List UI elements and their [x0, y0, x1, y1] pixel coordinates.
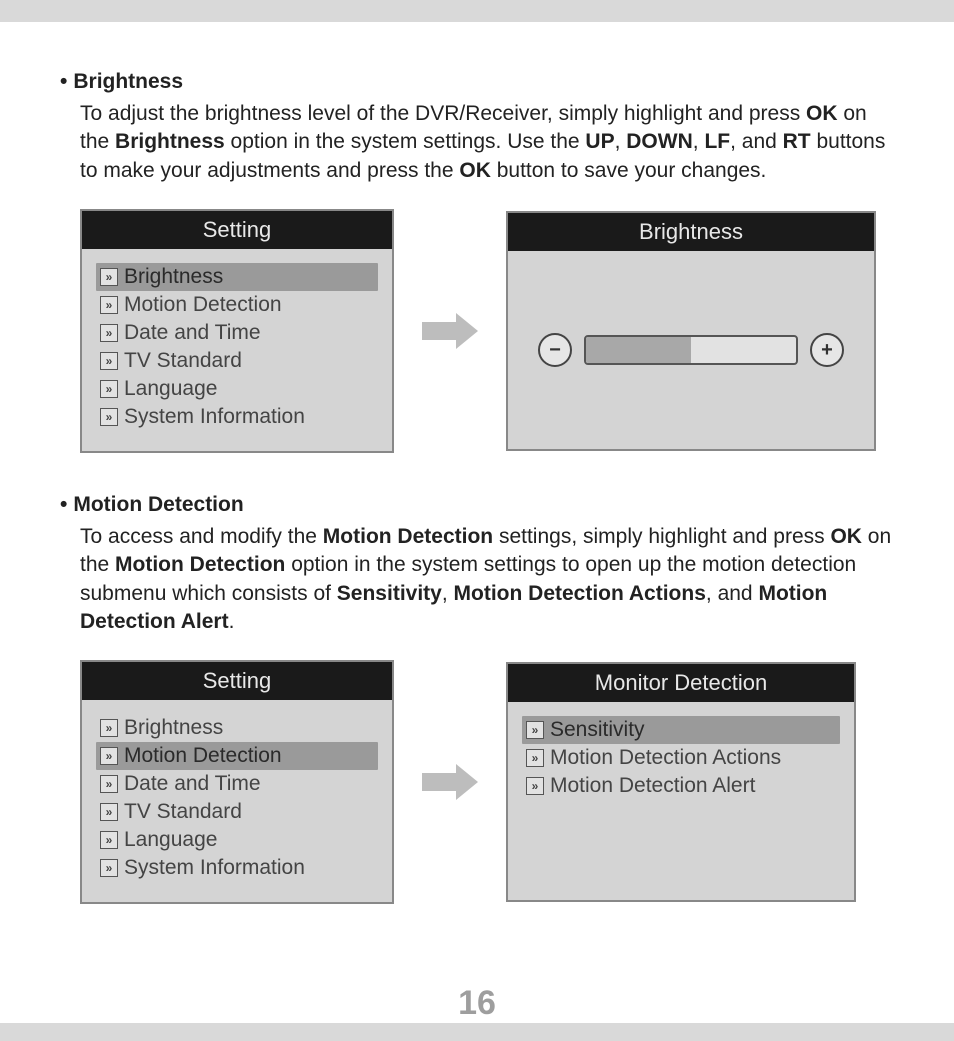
menu-icon: » — [100, 803, 118, 821]
menu-label: System Information — [124, 405, 305, 429]
menu-label: Language — [124, 377, 217, 401]
manual-page: • Brightness To adjust the brightness lev… — [0, 0, 954, 1041]
menu-item-date-time[interactable]: » Date and Time — [96, 319, 378, 347]
brightness-slider-fill — [586, 337, 691, 363]
monitor-detection-body: » Sensitivity » Motion Detection Actions »… — [508, 702, 854, 820]
menu-item-sensitivity[interactable]: » Sensitivity — [522, 716, 840, 744]
menu-item-language[interactable]: » Language — [96, 375, 378, 403]
menu-item-md-alert[interactable]: » Motion Detection Alert — [522, 772, 840, 800]
section-brightness-body: To adjust the brightness level of the DV… — [80, 100, 894, 185]
menu-item-brightness[interactable]: » Brightness — [96, 263, 378, 291]
brightness-panel: Brightness − + — [506, 211, 876, 451]
setting-panel-1-header: Setting — [82, 211, 392, 249]
menu-icon: » — [100, 747, 118, 765]
menu-item-tv-standard[interactable]: » TV Standard — [96, 798, 378, 826]
title-text: Brightness — [73, 70, 183, 93]
menu-label: TV Standard — [124, 349, 242, 373]
menu-icon: » — [100, 831, 118, 849]
minus-button[interactable]: − — [538, 333, 572, 367]
menu-label: Date and Time — [124, 772, 261, 796]
section-motion-body: To access and modify the Motion Detectio… — [80, 523, 894, 636]
setting-panel-2-body: » Brightness » Motion Detection » Date and … — [82, 700, 392, 902]
menu-icon: » — [100, 296, 118, 314]
menu-label: TV Standard — [124, 800, 242, 824]
menu-label: Brightness — [124, 265, 223, 289]
setting-menu-1: » Brightness » Motion Detection » Date and … — [96, 263, 378, 431]
menu-icon: » — [100, 719, 118, 737]
bottom-band — [0, 1023, 954, 1041]
menu-item-motion-detection[interactable]: » Motion Detection — [96, 291, 378, 319]
menu-label: Sensitivity — [550, 718, 645, 742]
menu-item-brightness[interactable]: » Brightness — [96, 714, 378, 742]
menu-label: Motion Detection — [124, 744, 282, 768]
menu-item-language[interactable]: » Language — [96, 826, 378, 854]
brightness-panel-body: − + — [508, 251, 874, 449]
brightness-panel-header: Brightness — [508, 213, 874, 251]
arrow-right-icon — [422, 764, 478, 800]
menu-icon: » — [100, 408, 118, 426]
arrow-right-icon — [422, 313, 478, 349]
menu-label: Brightness — [124, 716, 223, 740]
setting-panel-2-header: Setting — [82, 662, 392, 700]
plus-button[interactable]: + — [810, 333, 844, 367]
title-text: Motion Detection — [73, 493, 243, 516]
content: • Brightness To adjust the brightness lev… — [0, 22, 954, 904]
menu-label: Motion Detection Actions — [550, 746, 781, 770]
menu-icon: » — [526, 721, 544, 739]
monitor-detection-panel: Monitor Detection » Sensitivity » Motion D… — [506, 662, 856, 902]
menu-item-tv-standard[interactable]: » TV Standard — [96, 347, 378, 375]
setting-panel-1-body: » Brightness » Motion Detection » Date and … — [82, 249, 392, 451]
top-band — [0, 0, 954, 22]
setting-panel-1: Setting » Brightness » Motion Detection » D… — [80, 209, 394, 453]
menu-label: Date and Time — [124, 321, 261, 345]
menu-icon: » — [100, 859, 118, 877]
menu-icon: » — [526, 777, 544, 795]
menu-item-motion-detection[interactable]: » Motion Detection — [96, 742, 378, 770]
menu-label: Language — [124, 828, 217, 852]
menu-icon: » — [100, 380, 118, 398]
menu-icon: » — [100, 324, 118, 342]
setting-panel-2: Setting » Brightness » Motion Detection » D… — [80, 660, 394, 904]
menu-item-md-actions[interactable]: » Motion Detection Actions — [522, 744, 840, 772]
page-number: 16 — [0, 984, 954, 1023]
menu-icon: » — [100, 352, 118, 370]
monitor-detection-header: Monitor Detection — [508, 664, 854, 702]
menu-item-system-info[interactable]: » System Information — [96, 854, 378, 882]
menu-item-system-info[interactable]: » System Information — [96, 403, 378, 431]
menu-icon: » — [100, 775, 118, 793]
menu-icon: » — [100, 268, 118, 286]
section-motion-title: • Motion Detection — [60, 493, 894, 517]
section-brightness-title: • Brightness — [60, 70, 894, 94]
bullet-icon: • — [60, 70, 67, 94]
menu-icon: » — [526, 749, 544, 767]
menu-label: Motion Detection — [124, 293, 282, 317]
menu-item-date-time[interactable]: » Date and Time — [96, 770, 378, 798]
menu-label: System Information — [124, 856, 305, 880]
setting-menu-2: » Brightness » Motion Detection » Date and … — [96, 714, 378, 882]
figure-row-brightness: Setting » Brightness » Motion Detection » D… — [80, 209, 894, 453]
menu-label: Motion Detection Alert — [550, 774, 755, 798]
figure-row-motion: Setting » Brightness » Motion Detection » D… — [80, 660, 894, 904]
monitor-detection-menu: » Sensitivity » Motion Detection Actions »… — [522, 716, 840, 800]
bullet-icon: • — [60, 493, 67, 517]
brightness-slider[interactable] — [584, 335, 798, 365]
